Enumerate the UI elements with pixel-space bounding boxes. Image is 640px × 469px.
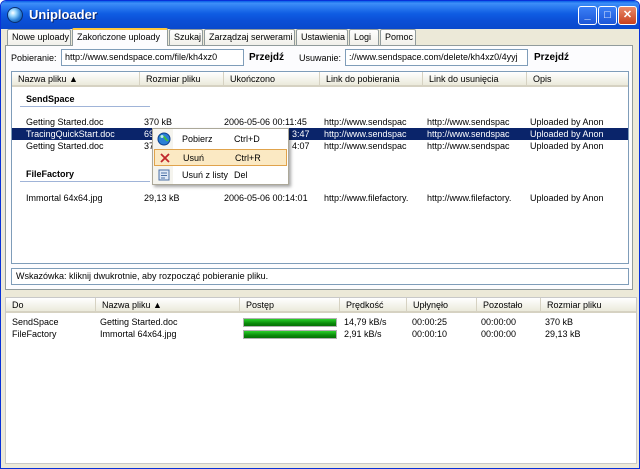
menu-item-download[interactable]: Pobierz Ctrl+D	[154, 131, 287, 148]
globe-icon	[157, 132, 171, 146]
col-file-size[interactable]: Rozmiar pliku	[140, 72, 224, 86]
cell-completed: 3:47	[292, 129, 310, 139]
tab-finished-uploads[interactable]: Zakończone uploady	[72, 28, 168, 46]
delete-go-button[interactable]: Przejdź	[534, 52, 569, 63]
cell-elapsed: 00:00:25	[412, 317, 448, 327]
context-menu: Pobierz Ctrl+D Usuń Ctrl+R Usuń z listy …	[152, 128, 289, 185]
cell-description: Uploaded by Anon	[530, 193, 604, 203]
delete-link-field[interactable]: ://www.sendspace.com/delete/kh4xz0/4yyj	[345, 49, 528, 66]
col-progress[interactable]: Postęp	[240, 298, 340, 312]
cell-host: SendSpace	[12, 317, 59, 327]
col-file-name[interactable]: Nazwa pliku ▲	[96, 298, 240, 312]
cell-completed: 2006-05-06 00:14:01	[224, 193, 308, 203]
cell-file-size: 29,13 kB	[545, 329, 581, 339]
tab-manage-servers[interactable]: Zarządzaj serwerami	[204, 29, 295, 45]
col-file-name[interactable]: Nazwa pliku ▲	[12, 72, 140, 86]
tab-new-uploads[interactable]: Nowe uploady	[7, 29, 71, 45]
table-row[interactable]: SendSpace Getting Started.doc 14,79 kB/s…	[6, 316, 636, 328]
app-window: Uniploader _ □ ✕ Nowe uploady Zakończone…	[0, 0, 640, 469]
delete-x-icon	[160, 153, 170, 163]
menu-item-label: Usuń	[183, 153, 205, 163]
table-row-selected[interactable]: TracingQuickStart.doc 69 3:47 http://www…	[12, 128, 628, 140]
group-divider	[20, 181, 150, 182]
tab-search[interactable]: Szukaj	[169, 29, 203, 45]
minimize-button[interactable]: _	[578, 6, 597, 25]
window-title: Uniploader	[29, 7, 97, 22]
menu-item-shortcut: Ctrl+R	[235, 153, 261, 163]
cell-remaining: 00:00:00	[481, 329, 517, 339]
cell-description: Uploaded by Anon	[530, 117, 604, 127]
table-row[interactable]: Getting Started.doc 370 kB 2006-05-06 00…	[12, 116, 628, 128]
maximize-button[interactable]: □	[598, 6, 617, 25]
app-globe-icon	[7, 7, 23, 23]
group-divider	[20, 106, 150, 107]
table-row[interactable]: Immortal 64x64.jpg 29,13 kB 2006-05-06 0…	[12, 192, 628, 204]
cell-completed: 4:07	[292, 141, 310, 151]
finished-list-header: Nazwa pliku ▲ Rozmiar pliku Ukończono Li…	[12, 72, 628, 87]
progress-fill	[244, 331, 336, 338]
cell-remaining: 00:00:00	[481, 317, 517, 327]
table-row[interactable]: FileFactory Immortal 64x64.jpg 2,91 kB/s…	[6, 328, 636, 340]
col-host[interactable]: Do	[6, 298, 96, 312]
tab-help[interactable]: Pomoc	[380, 29, 416, 45]
cell-file-name: Getting Started.doc	[26, 117, 104, 127]
cell-download-link: http://www.filefactory.	[324, 193, 409, 203]
cell-download-link: http://www.sendspac	[324, 117, 407, 127]
cell-elapsed: 00:00:10	[412, 329, 448, 339]
download-go-button[interactable]: Przejdź	[249, 52, 284, 63]
menu-item-label: Pobierz	[182, 134, 213, 144]
hint-text: Wskazówka: kliknij dwukrotnie, aby rozpo…	[11, 268, 629, 285]
col-completed[interactable]: Ukończono	[224, 72, 320, 86]
group-header: FileFactory	[26, 169, 75, 179]
cell-file-name: Immortal 64x64.jpg	[26, 193, 103, 203]
cell-file-size: 370 kB	[545, 317, 574, 327]
table-row[interactable]: Getting Started.doc 37 4:07 http://www.s…	[12, 140, 628, 152]
transfers-list[interactable]: Do Nazwa pliku ▲ Postęp Prędkość Upłynęł…	[5, 297, 637, 464]
cell-file-name: Immortal 64x64.jpg	[100, 329, 177, 339]
download-link-field[interactable]: http://www.sendspace.com/file/kh4xz0	[61, 49, 244, 66]
cell-file-name: TracingQuickStart.doc	[26, 129, 115, 139]
menu-item-delete[interactable]: Usuń Ctrl+R	[154, 149, 287, 166]
col-description[interactable]: Opis	[527, 72, 628, 86]
col-speed[interactable]: Prędkość	[340, 298, 407, 312]
cell-download-link: http://www.sendspac	[324, 141, 407, 151]
col-delete-link[interactable]: Link do usunięcia	[423, 72, 527, 86]
cell-delete-link: http://www.sendspac	[427, 117, 510, 127]
progress-bar	[243, 330, 337, 339]
title-bar[interactable]: Uniploader _ □ ✕	[1, 1, 639, 29]
remove-list-icon	[158, 169, 170, 181]
cell-host: FileFactory	[12, 329, 57, 339]
menu-item-label: Usuń z listy	[182, 170, 229, 180]
cell-file-name: Getting Started.doc	[26, 141, 104, 151]
cell-description: Uploaded by Anon	[530, 129, 604, 139]
cell-file-name: Getting Started.doc	[100, 317, 178, 327]
cell-file-size: 29,13 kB	[144, 193, 180, 203]
cell-delete-link: http://www.sendspac	[427, 129, 510, 139]
group-header: SendSpace	[26, 94, 75, 104]
tab-logs[interactable]: Logi	[349, 29, 379, 45]
delete-label: Usuwanie:	[299, 53, 342, 63]
menu-item-remove-from-list[interactable]: Usuń z listy Del	[154, 167, 287, 184]
cell-speed: 2,91 kB/s	[344, 329, 382, 339]
cell-speed: 14,79 kB/s	[344, 317, 387, 327]
menu-item-shortcut: Ctrl+D	[234, 134, 260, 144]
col-elapsed[interactable]: Upłynęło	[407, 298, 477, 312]
transfers-list-header: Do Nazwa pliku ▲ Postęp Prędkość Upłynęł…	[6, 298, 636, 313]
cell-file-size: 370 kB	[144, 117, 173, 127]
col-file-size[interactable]: Rozmiar pliku	[541, 298, 636, 312]
progress-bar	[243, 318, 337, 327]
menu-item-shortcut: Del	[234, 170, 248, 180]
cell-completed: 2006-05-06 00:11:45	[224, 117, 307, 127]
download-label: Pobieranie:	[11, 53, 57, 63]
cell-description: Uploaded by Anon	[530, 141, 604, 151]
tab-settings[interactable]: Ustawienia	[296, 29, 348, 45]
finished-uploads-list[interactable]: Nazwa pliku ▲ Rozmiar pliku Ukończono Li…	[11, 71, 629, 264]
progress-fill	[244, 319, 336, 326]
close-button[interactable]: ✕	[618, 6, 637, 25]
col-download-link[interactable]: Link do pobierania	[320, 72, 423, 86]
cell-delete-link: http://www.sendspac	[427, 141, 510, 151]
cell-download-link: http://www.sendspac	[324, 129, 407, 139]
cell-delete-link: http://www.filefactory.	[427, 193, 512, 203]
col-remaining[interactable]: Pozostało	[477, 298, 541, 312]
